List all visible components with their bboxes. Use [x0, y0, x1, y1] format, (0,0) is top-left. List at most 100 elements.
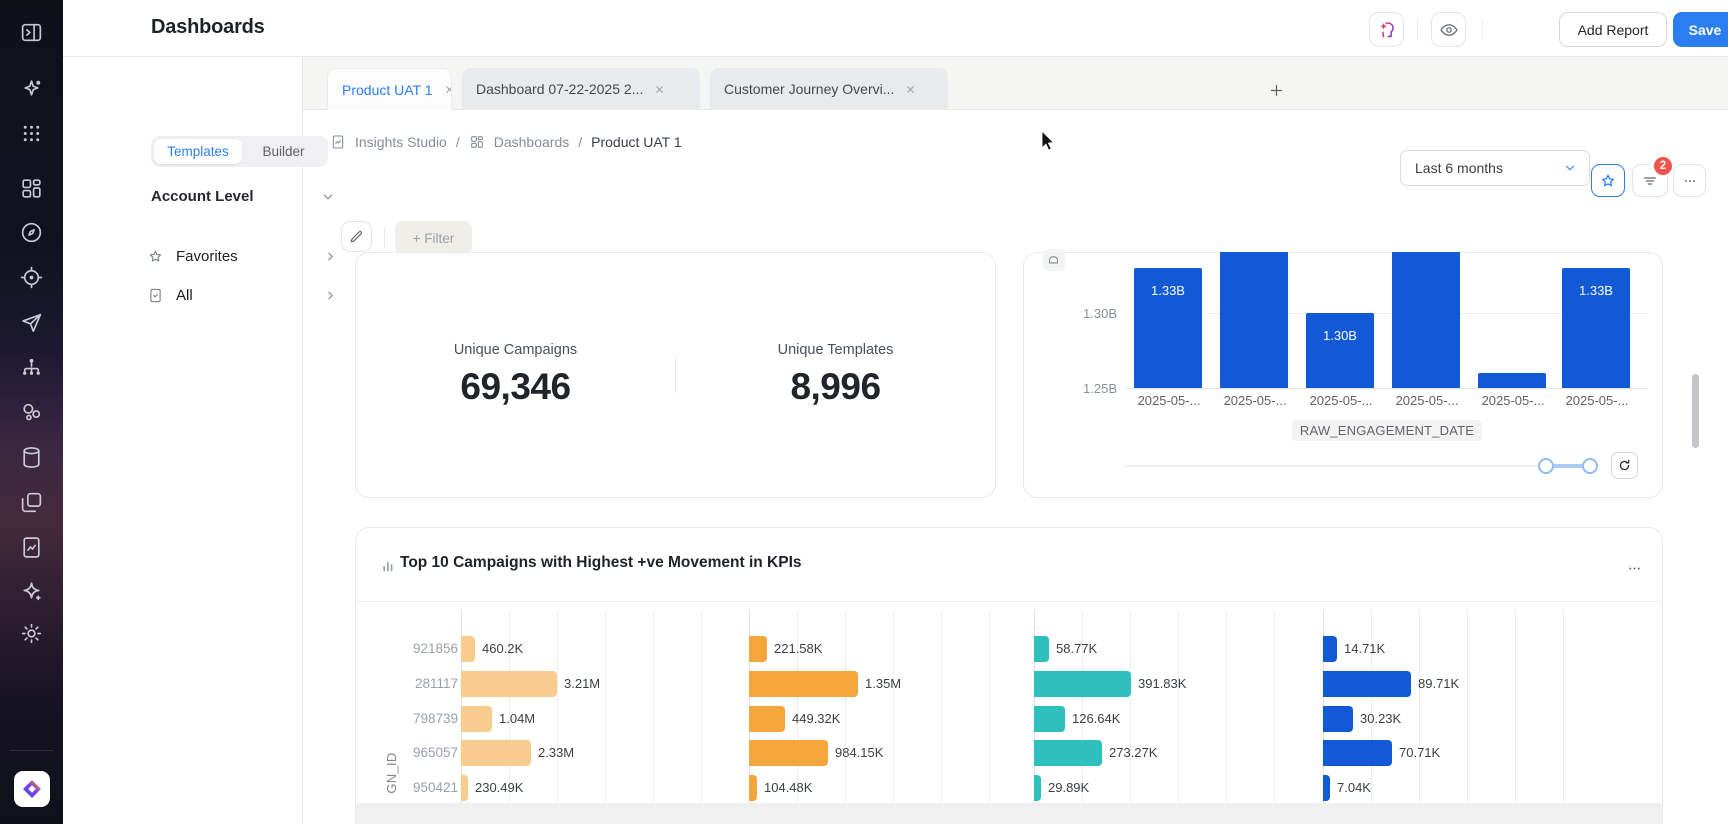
ellipsis-icon: [1682, 173, 1698, 189]
refresh-chart-button[interactable]: [1611, 452, 1638, 479]
mouse-cursor: [1041, 131, 1057, 151]
kpi-card: Unique Campaigns 69,346 Unique Templates…: [355, 252, 996, 498]
x-axis-title: RAW_ENGAGEMENT_DATE: [1260, 420, 1514, 441]
sparkle-icon[interactable]: [19, 579, 44, 604]
save-button[interactable]: Save: [1673, 12, 1728, 47]
y-axis-title: GN_ID: [384, 743, 398, 803]
bar-series: 1.33B1.30B1.33B: [1125, 252, 1650, 388]
hierarchy-icon[interactable]: [19, 355, 44, 380]
breadcrumb-insights-studio[interactable]: Insights Studio: [355, 134, 447, 150]
target-icon[interactable]: [19, 265, 44, 290]
top-header: Dashboards Add Report Save: [63, 0, 1728, 57]
hbar-series2-row2: [749, 671, 858, 697]
hbar-value-label: 14.71K: [1344, 641, 1385, 656]
hbar-series2-row3: [749, 706, 785, 732]
close-icon[interactable]: [443, 83, 452, 96]
send-icon[interactable]: [19, 310, 44, 335]
all-label: All: [176, 287, 193, 304]
kpi-label: Unique Templates: [778, 342, 894, 358]
header-separator: [1417, 18, 1418, 40]
date-range-select[interactable]: Last 6 months: [1400, 150, 1590, 186]
star-icon: [147, 248, 164, 265]
dashboard-more-button[interactable]: [1673, 164, 1706, 197]
chevron-down-icon[interactable]: [321, 190, 335, 204]
collapse-sidebar-icon[interactable]: [19, 20, 44, 45]
add-report-button[interactable]: Add Report: [1559, 12, 1667, 47]
breadcrumb-dashboards[interactable]: Dashboards: [494, 134, 570, 150]
new-tab-button[interactable]: [1263, 77, 1289, 103]
hbar-value-label: 3.21M: [564, 676, 600, 691]
preview-button[interactable]: [1431, 12, 1466, 47]
hbar-series1-row1: [461, 636, 475, 662]
hbar-series3-row2: [1034, 671, 1131, 697]
ellipsis-icon: [1626, 560, 1643, 577]
save-button-group: Save: [1673, 12, 1728, 47]
hbar-value-label: 460.2K: [482, 641, 523, 656]
view-mode-toggle: Templates Builder: [151, 136, 328, 167]
hbar-series3-row3: [1034, 706, 1065, 732]
series-panel-3: [1034, 610, 1279, 803]
diamond-logo-icon: [20, 777, 44, 801]
pencil-icon: [348, 228, 365, 245]
tab-product-uat-1[interactable]: Product UAT 1: [327, 68, 452, 110]
dashboards-icon[interactable]: [19, 176, 44, 201]
toolbar-separator: [384, 226, 385, 248]
grid-dots-icon[interactable]: [19, 121, 44, 146]
tab-dashboard-07-22-2025[interactable]: Dashboard 07-22-2025 2...: [462, 68, 700, 110]
hbar-series2-row5: [749, 775, 757, 801]
app-window: Dashboards Add Report Save: [0, 0, 1728, 824]
hbar-value-label: 126.64K: [1072, 711, 1120, 726]
close-icon[interactable]: [653, 83, 666, 96]
compass-icon[interactable]: [19, 220, 44, 245]
bar-3: 1.30B: [1306, 313, 1374, 388]
tab-customer-journey-overview[interactable]: Customer Journey Overvi...: [710, 68, 948, 110]
plus-icon: [1268, 82, 1285, 99]
star-icon: [1599, 172, 1617, 190]
hbar-series2-row1: [749, 636, 767, 662]
page-scrollbar-thumb[interactable]: [1692, 374, 1699, 448]
ai-sparkles-icon[interactable]: [19, 77, 44, 102]
bar-6: 1.33B: [1562, 268, 1630, 388]
hbar-series4-row1: [1323, 636, 1337, 662]
tab-label: Customer Journey Overvi...: [724, 81, 894, 97]
card-divider: [356, 601, 1662, 602]
date-range-value: Last 6 months: [1415, 160, 1503, 176]
brand-logo[interactable]: [14, 771, 50, 807]
hbar-value-label: 221.58K: [774, 641, 822, 656]
sidebar-item-all[interactable]: All: [147, 283, 337, 307]
hbar-series1-row5: [461, 775, 468, 801]
ai-assistant-button[interactable]: [1369, 12, 1404, 47]
add-filter-button[interactable]: + Filter: [395, 221, 472, 255]
series-panel-4: [1323, 610, 1568, 803]
sidebar-item-favorites[interactable]: Favorites: [147, 244, 337, 268]
breadcrumb: Insights Studio / Dashboards / Product U…: [330, 131, 682, 153]
bar-chart-icon: [380, 558, 396, 574]
bar-chart-icon: [380, 558, 396, 574]
hbar-series4-row2: [1323, 671, 1411, 697]
x-tick: 2025-05-...: [1126, 393, 1212, 408]
close-icon[interactable]: [904, 83, 917, 96]
tab-label: Product UAT 1: [342, 82, 433, 98]
layers-icon[interactable]: [19, 490, 44, 515]
hbar-series3-row5: [1034, 775, 1041, 801]
favorite-dashboard-button[interactable]: [1591, 164, 1625, 197]
toggle-builder[interactable]: Builder: [242, 139, 325, 164]
chart-title: Top 10 Campaigns with Highest +ve Moveme…: [400, 554, 802, 572]
edit-dashboard-button[interactable]: [341, 221, 372, 252]
gear-icon[interactable]: [19, 621, 44, 646]
database-icon[interactable]: [19, 445, 44, 470]
x-tick: 2025-05-...: [1384, 393, 1470, 408]
toggle-templates[interactable]: Templates: [154, 139, 242, 164]
category-label: 921856: [375, 641, 458, 656]
hbar-value-label: 30.23K: [1360, 711, 1401, 726]
hbar-series3-row4: [1034, 740, 1102, 766]
zoom-slider-handle-left[interactable]: [1538, 458, 1554, 474]
zoom-slider-track: [1125, 465, 1590, 467]
chart-more-button[interactable]: [1622, 556, 1646, 580]
report-doc-icon[interactable]: [19, 535, 44, 560]
bubbles-icon[interactable]: [19, 400, 44, 425]
y-axis-title-fragment: D: [1043, 249, 1065, 271]
zoom-slider-handle-right[interactable]: [1582, 458, 1598, 474]
report-doc-icon: [330, 134, 346, 150]
hbar-value-label: 104.48K: [764, 780, 812, 795]
